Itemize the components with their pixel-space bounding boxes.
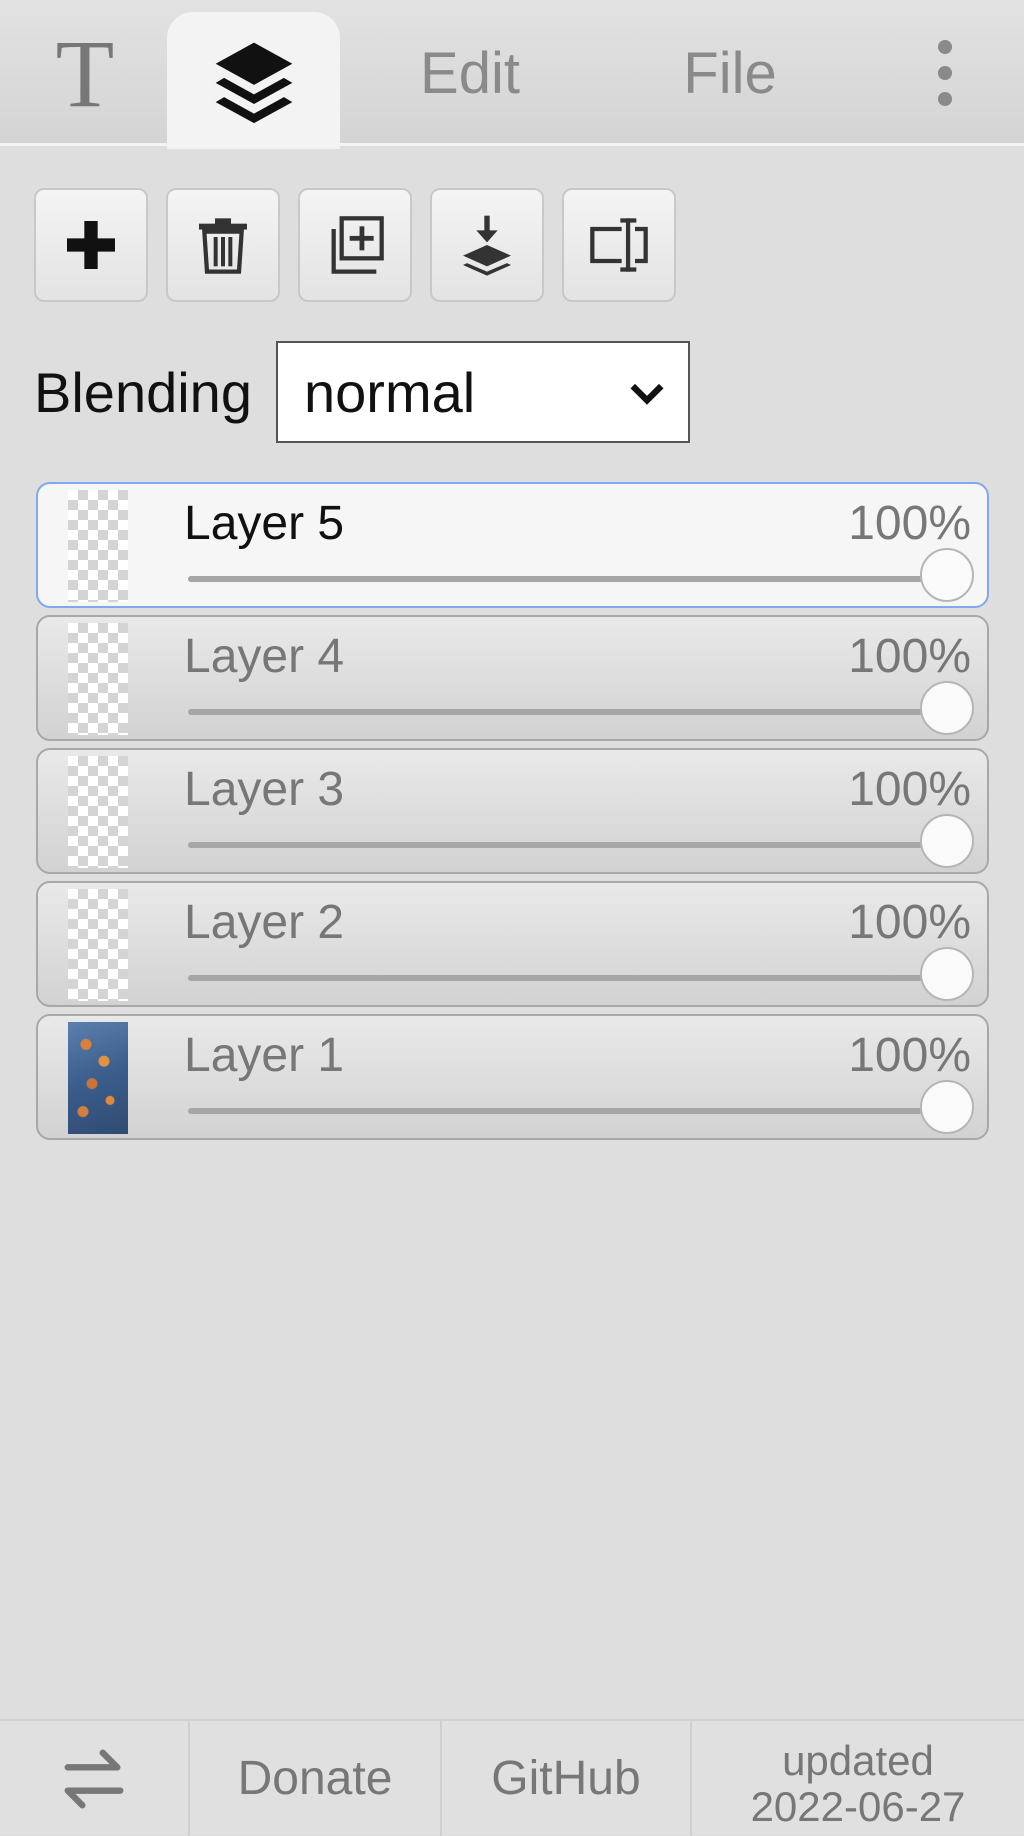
layer-name: Layer 5: [184, 497, 345, 550]
swap-panel-button[interactable]: [0, 1721, 188, 1836]
layers-icon: [215, 42, 292, 123]
layer-thumbnail: [68, 1022, 128, 1134]
merge-down-icon: [463, 215, 511, 276]
swap-arrows-icon: [64, 1749, 124, 1808]
tab-bar: T Edit File: [0, 0, 1024, 149]
tab-layers[interactable]: [167, 12, 340, 149]
vertical-dots-icon: [938, 34, 952, 112]
layer-row[interactable]: Layer 4 100%: [36, 615, 989, 741]
delete-layer-button[interactable]: [166, 188, 280, 302]
tab-file[interactable]: File: [670, 0, 790, 146]
trash-icon: [199, 218, 247, 274]
layer-opacity-slider[interactable]: [188, 576, 947, 582]
updated-info: updated 2022-06-27: [690, 1721, 1024, 1836]
more-menu-button[interactable]: [915, 0, 975, 146]
updated-label: updated: [782, 1736, 934, 1784]
layer-name: Layer 3: [184, 763, 345, 816]
layer-name: Layer 4: [184, 630, 345, 683]
plus-icon: [67, 221, 115, 269]
layer-opacity-value: 100%: [848, 763, 971, 816]
layer-opacity-value: 100%: [848, 497, 971, 550]
layer-thumbnail: [68, 490, 128, 602]
layer-opacity-slider-knob[interactable]: [920, 814, 974, 868]
layer-row[interactable]: Layer 2 100%: [36, 881, 989, 1007]
layer-opacity-slider[interactable]: [188, 975, 947, 981]
donate-link[interactable]: Donate: [188, 1721, 440, 1836]
layer-row[interactable]: Layer 1 100%: [36, 1014, 989, 1140]
layer-toolbar: [34, 188, 676, 302]
github-link[interactable]: GitHub: [440, 1721, 690, 1836]
layer-opacity-slider-knob[interactable]: [920, 681, 974, 735]
merge-down-button[interactable]: [430, 188, 544, 302]
footer-bar: Donate GitHub updated 2022-06-27: [0, 1719, 1024, 1836]
tab-edit[interactable]: Edit: [400, 0, 540, 146]
resize-layer-button[interactable]: [562, 188, 676, 302]
duplicate-layer-button[interactable]: [298, 188, 412, 302]
layer-opacity-value: 100%: [848, 1029, 971, 1082]
blending-select[interactable]: normal: [276, 341, 690, 443]
duplicate-layer-icon: [331, 216, 384, 274]
layer-opacity-slider-knob[interactable]: [920, 1080, 974, 1134]
layer-row[interactable]: Layer 3 100%: [36, 748, 989, 874]
layer-name: Layer 2: [184, 896, 345, 949]
layer-opacity-slider-knob[interactable]: [920, 947, 974, 1001]
layer-opacity-value: 100%: [848, 896, 971, 949]
resize-canvas-icon: [590, 218, 648, 272]
layer-opacity-slider-knob[interactable]: [920, 548, 974, 602]
layer-opacity-slider[interactable]: [188, 1108, 947, 1114]
add-layer-button[interactable]: [34, 188, 148, 302]
layer-thumbnail: [68, 756, 128, 868]
layer-thumbnail: [68, 889, 128, 1001]
layers-list: Layer 5 100% Layer 4 100% Layer 3 100% Layer 2…: [36, 482, 989, 1147]
layer-opacity-slider[interactable]: [188, 842, 947, 848]
layer-opacity-slider[interactable]: [188, 709, 947, 715]
updated-date: 2022-06-27: [750, 1782, 966, 1830]
blending-label: Blending: [34, 361, 252, 424]
layer-opacity-value: 100%: [848, 630, 971, 683]
tab-text-tool[interactable]: T: [20, 0, 150, 146]
layer-name: Layer 1: [184, 1029, 345, 1082]
layer-thumbnail: [68, 623, 128, 735]
blending-value: normal: [304, 360, 476, 424]
chevron-down-icon: [630, 383, 664, 405]
layer-row[interactable]: Layer 5 100%: [36, 482, 989, 608]
